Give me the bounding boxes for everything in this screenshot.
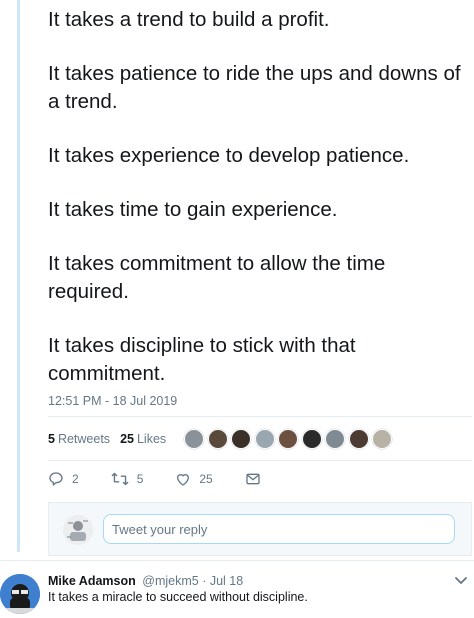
message-action[interactable] [245, 471, 269, 487]
tweet-body: It takes a trend to build a profit. It t… [48, 0, 468, 388]
likes-stat[interactable]: 25 Likes [120, 432, 166, 446]
author-handle[interactable]: @mjekm5 [142, 574, 198, 588]
chevron-down-icon[interactable] [454, 576, 468, 586]
retweet-count: 5 [136, 472, 144, 486]
reply-date[interactable]: · Jul 18 [202, 574, 243, 588]
retweets-count: 5 [48, 432, 55, 446]
liker-avatar[interactable] [372, 429, 393, 449]
liker-avatar[interactable] [325, 429, 346, 449]
reply-icon [49, 472, 63, 486]
divider [0, 560, 474, 561]
liker-avatar[interactable] [278, 429, 299, 449]
reply-action[interactable]: 2 [48, 471, 79, 487]
reply-tweet-text: It takes a miracle to succeed without di… [48, 590, 308, 604]
thread-connector-line [17, 0, 20, 552]
divider [48, 416, 472, 417]
tweet-paragraph-1: It takes a trend to build a profit. [48, 8, 330, 31]
reply-composer: Tweet your reply [48, 502, 472, 556]
reply-input[interactable]: Tweet your reply [103, 514, 455, 544]
liker-avatar[interactable] [207, 429, 228, 449]
user-avatar-image [63, 515, 93, 545]
avatar-image [0, 574, 40, 614]
tweet-stats: 5 Retweets 25 Likes [48, 424, 472, 454]
tweet-paragraph-2: It takes patience to ride the ups and do… [48, 62, 461, 113]
retweets-stat[interactable]: 5 Retweets [48, 432, 110, 446]
retweet-icon [111, 472, 128, 486]
tweet-paragraph-6: It takes discipline to stick with that c… [48, 334, 356, 385]
like-action[interactable]: 25 [175, 471, 213, 487]
reply-count: 2 [72, 472, 79, 486]
like-count: 25 [199, 472, 213, 486]
tweet-text: It takes a trend to build a profit. It t… [48, 0, 468, 388]
reply-tweet[interactable]: Mike Adamson @mjekm5 · Jul 18 It takes a… [0, 566, 474, 618]
author-name[interactable]: Mike Adamson [48, 574, 136, 588]
tweet-paragraph-5: It takes commitment to allow the time re… [48, 252, 386, 303]
likes-count: 25 [120, 432, 134, 446]
tweet-paragraph-3: It takes experience to develop patience. [48, 144, 410, 167]
liker-avatar[interactable] [301, 429, 322, 449]
retweet-action[interactable]: 5 [111, 471, 144, 487]
liker-avatars [184, 429, 396, 449]
user-avatar [63, 515, 93, 545]
liker-avatar[interactable] [184, 429, 205, 449]
likes-label: Likes [136, 432, 167, 446]
heart-icon [177, 474, 190, 486]
liker-avatar[interactable] [348, 429, 369, 449]
tweet-paragraph-4: It takes time to gain experience. [48, 198, 338, 221]
liker-avatar[interactable] [254, 429, 275, 449]
avatar[interactable] [0, 574, 40, 614]
tweet-actions: 2 5 25 [48, 468, 308, 490]
retweets-label: Retweets [57, 432, 111, 446]
tweet-timestamp[interactable]: 12:51 PM - 18 Jul 2019 [48, 394, 177, 408]
envelope-icon [246, 473, 260, 485]
liker-avatar[interactable] [231, 429, 252, 449]
divider [48, 460, 472, 461]
reply-tweet-header: Mike Adamson @mjekm5 · Jul 18 [48, 574, 243, 588]
